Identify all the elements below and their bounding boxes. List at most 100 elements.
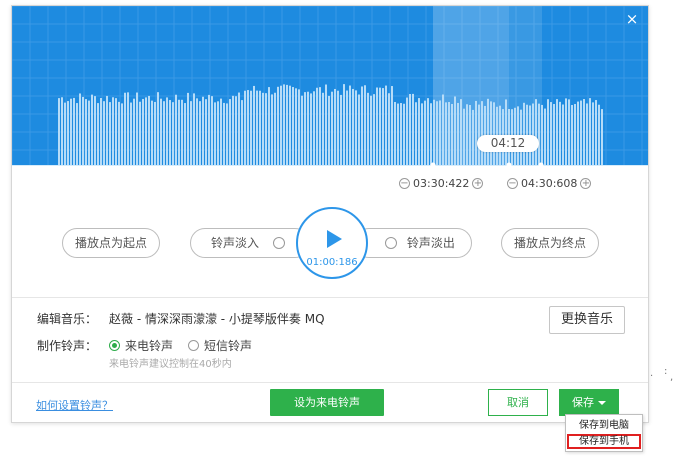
waveform-bar	[148, 95, 150, 166]
save-label: 保存	[572, 396, 594, 409]
waveform-bar	[463, 108, 465, 166]
close-icon[interactable]: ×	[624, 11, 640, 27]
fade-in-radio[interactable]	[272, 236, 285, 249]
waveform-bar	[151, 100, 153, 166]
waveform-bar	[370, 95, 372, 166]
waveform-bar	[205, 99, 207, 166]
radio-selected-icon	[109, 340, 120, 351]
waveform-bar	[490, 101, 492, 166]
radio-unselected-icon	[188, 340, 199, 351]
waveform-panel[interactable]: × 04:12	[12, 6, 649, 166]
waveform-bar	[217, 101, 219, 166]
waveform-bar	[238, 92, 240, 166]
save-dropdown-menu: 保存到电脑 保存到手机	[565, 414, 643, 452]
waveform-bar	[112, 97, 114, 166]
waveform-bar	[166, 97, 168, 166]
waveform-bar	[598, 104, 600, 166]
save-dropdown-button[interactable]: 保存	[559, 389, 619, 416]
waveform-bar	[379, 87, 381, 166]
waveform-bar	[286, 84, 288, 166]
waveform-bar	[133, 98, 135, 166]
help-link[interactable]: 如何设置铃声？	[36, 397, 113, 413]
waveform-bar	[424, 100, 426, 166]
waveform-bar	[574, 104, 576, 166]
waveform-bar	[244, 90, 246, 166]
waveform-bar	[232, 95, 234, 166]
waveform-bar	[121, 103, 123, 166]
waveform-bar	[589, 98, 591, 166]
save-to-phone-item[interactable]: 保存到手机	[567, 434, 641, 449]
waveform-bar	[67, 101, 69, 166]
waveform-bar	[172, 102, 174, 166]
waveform-bar	[160, 98, 162, 166]
waveform-bar	[214, 102, 216, 166]
ringtone-hint: 来电铃声建议控制在40秒内	[109, 359, 232, 370]
end-increment-button[interactable]: +	[580, 177, 592, 189]
waveform-bar	[448, 102, 450, 166]
waveform-bar	[277, 86, 279, 166]
waveform-bar	[334, 88, 336, 166]
waveform-bar	[361, 86, 363, 166]
save-to-pc-item[interactable]: 保存到电脑	[567, 418, 641, 433]
waveform-bar	[457, 102, 459, 166]
call-ringtone-option[interactable]: 来电铃声	[109, 337, 173, 354]
cancel-button[interactable]: 取消	[488, 389, 548, 416]
waveform-bar	[583, 99, 585, 166]
waveform-bar	[268, 87, 270, 166]
waveform-bar	[292, 87, 294, 166]
waveform-bar	[106, 95, 108, 166]
make-ringtone-label: 制作铃声：	[37, 339, 98, 353]
waveform-bar	[127, 92, 129, 166]
set-start-button[interactable]: 播放点为起点	[62, 228, 160, 258]
start-time-control: − 03:30:422 +	[399, 176, 484, 190]
waveform-bar	[472, 109, 474, 166]
play-icon	[327, 230, 342, 248]
set-call-ringtone-button[interactable]: 设为来电铃声	[270, 389, 384, 416]
waveform-bar	[487, 98, 489, 166]
waveform-bar	[481, 101, 483, 166]
waveform-bar	[433, 99, 435, 166]
end-time-control: − 04:30:608 +	[507, 176, 592, 190]
waveform-canvas[interactable]	[12, 6, 649, 166]
waveform-bar	[130, 102, 132, 166]
play-button[interactable]: 01:00:186	[296, 207, 368, 279]
waveform-bar	[346, 90, 348, 166]
start-decrement-button[interactable]: −	[399, 177, 410, 189]
waveform-bar	[304, 92, 306, 166]
waveform-bar	[103, 101, 105, 166]
call-ringtone-label: 来电铃声	[125, 339, 174, 353]
waveform-bar	[385, 85, 387, 166]
change-music-button[interactable]: 更换音乐	[549, 306, 625, 334]
waveform-bar	[256, 90, 258, 166]
set-end-button[interactable]: 播放点为终点	[501, 228, 599, 258]
edit-music-label: 编辑音乐：	[37, 312, 98, 326]
waveform-bar	[76, 103, 78, 166]
fade-out-toggle[interactable]: 铃声淡出	[354, 228, 472, 258]
waveform-bar	[301, 95, 303, 166]
waveform-bar	[469, 105, 471, 166]
waveform-bar	[211, 96, 213, 166]
waveform-bar	[577, 101, 579, 166]
waveform-bar	[400, 103, 402, 166]
fade-out-radio[interactable]	[385, 236, 397, 249]
waveform-bar	[94, 96, 96, 166]
sms-ringtone-label: 短信铃声	[204, 339, 253, 353]
waveform-bar	[337, 90, 339, 166]
waveform-bar	[559, 101, 561, 166]
sms-ringtone-option[interactable]: 短信铃声	[188, 337, 252, 354]
end-decrement-button[interactable]: −	[507, 177, 518, 189]
waveform-bar	[364, 85, 366, 166]
waveform-bar	[556, 99, 558, 166]
background-fragment: .	[650, 368, 654, 379]
fade-in-toggle[interactable]: 铃声淡入	[190, 228, 310, 258]
waveform-bar	[421, 103, 423, 166]
start-increment-button[interactable]: +	[472, 177, 484, 189]
waveform-bar	[418, 98, 420, 166]
waveform-bar	[319, 87, 321, 166]
fade-in-label: 铃声淡入	[211, 236, 260, 250]
waveform-bar	[454, 96, 456, 166]
waveform-bar	[349, 85, 351, 166]
ringtone-editor-dialog: × 04:12 − 03:30:422 + − 04:30:608 + 播放点为…	[11, 5, 649, 423]
waveform-bar	[202, 96, 204, 166]
waveform-bar	[355, 90, 357, 166]
